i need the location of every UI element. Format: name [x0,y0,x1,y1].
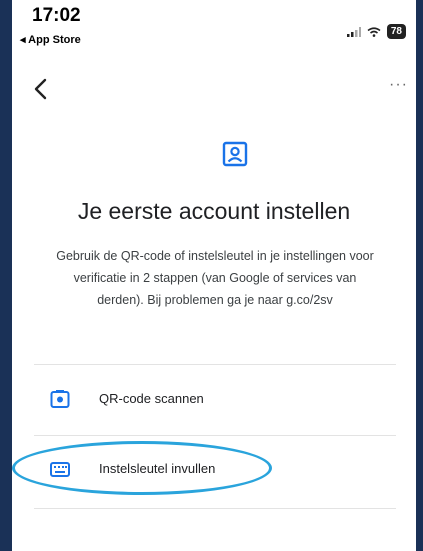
more-options-icon[interactable]: ··· [389,76,408,94]
divider [34,364,396,365]
back-to-app-store-link[interactable]: ◂ App Store [20,33,81,46]
divider [34,508,396,509]
phone-screen: 17:02 ◂ App Store 78 ··· Je eerste accou… [12,0,416,551]
wifi-icon [367,26,381,37]
battery-indicator: 78 [386,24,406,39]
highlight-annotation [12,441,272,495]
signal-icon [346,26,361,37]
account-box-icon [222,141,248,167]
camera-icon [50,390,70,408]
status-time: 17:02 [32,5,81,26]
page-title: Je eerste account instellen [77,198,351,224]
chevron-left-icon[interactable] [30,74,52,104]
scan-qr-code-label: QR-code scannen [99,391,204,406]
scan-qr-code-option[interactable]: QR-code scannen [34,367,396,433]
divider [34,435,396,436]
status-icons: 78 [346,24,406,39]
page-description: Gebruik de QR-code of instelsleutel in j… [56,249,374,307]
